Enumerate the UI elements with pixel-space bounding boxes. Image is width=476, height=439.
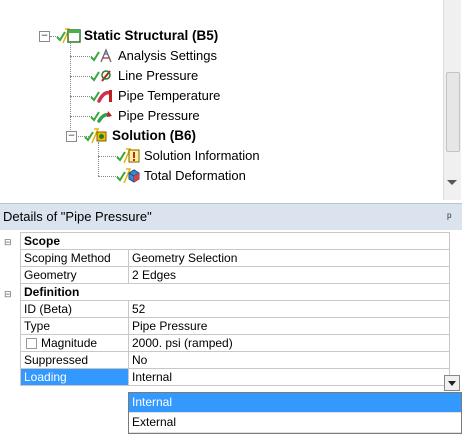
tree-node-label: Total Deformation <box>144 168 246 183</box>
tree-connector <box>98 176 118 177</box>
details-title: Details of "Pipe Pressure" <box>3 209 152 224</box>
group-row-definition[interactable]: Definition <box>20 283 450 301</box>
property-label: Magnitude <box>41 336 98 350</box>
tree-connector <box>70 96 92 97</box>
property-label: Scoping Method <box>20 249 129 267</box>
collapse-toggle[interactable]: − <box>39 31 50 42</box>
tree-connector <box>70 56 92 57</box>
pin-icon[interactable]: ᵖ <box>447 204 452 230</box>
property-label: Type <box>20 317 129 335</box>
tree-node-solution-information[interactable]: Solution Information <box>116 146 260 166</box>
property-label: ID (Beta) <box>20 300 129 318</box>
tree-node-analysis-settings[interactable]: Analysis Settings <box>90 46 217 66</box>
property-row[interactable]: Magnitude 2000. psi (ramped) <box>20 334 450 352</box>
property-row[interactable]: Scoping Method Geometry Selection <box>20 249 450 267</box>
property-value[interactable]: Pipe Pressure <box>128 317 450 335</box>
property-row[interactable]: Type Pipe Pressure <box>20 317 450 335</box>
property-value[interactable]: Geometry Selection <box>128 249 450 267</box>
tree-node-label: Pipe Pressure <box>118 108 200 123</box>
property-label: Suppressed <box>20 351 129 369</box>
details-grid: Scope Scoping Method Geometry Selection … <box>20 232 450 386</box>
property-label: Loading <box>20 368 129 386</box>
property-value[interactable]: 2000. psi (ramped) <box>128 334 450 352</box>
group-collapse-icon[interactable]: ⊟ <box>4 289 12 300</box>
scroll-down-arrow-icon[interactable] <box>447 180 457 185</box>
tree-connector <box>70 38 71 136</box>
magnitude-label-cell: Magnitude <box>20 334 129 352</box>
loading-select[interactable]: Internal <box>128 368 450 386</box>
property-row[interactable]: Geometry 2 Edges <box>20 266 450 284</box>
tree-scrollbar[interactable] <box>443 0 461 200</box>
tree-node-label: Solution Information <box>144 148 260 163</box>
solution-icon <box>84 127 108 145</box>
tree-node-line-pressure[interactable]: Line Pressure <box>90 66 198 86</box>
line-pressure-icon <box>90 67 114 85</box>
tree-connector <box>70 116 92 117</box>
tree-node-label: Solution (B6) <box>112 128 196 143</box>
group-collapse-icon[interactable]: ⊟ <box>4 237 12 248</box>
tree-node-label: Pipe Temperature <box>118 88 221 103</box>
tree-node-label: Line Pressure <box>118 68 199 83</box>
outline-tree: − Static Structural (B5) Analysis Settin… <box>0 0 476 200</box>
property-value[interactable]: 52 <box>128 300 450 318</box>
tree-node-pipe-temperature[interactable]: Pipe Temperature <box>90 86 220 106</box>
property-value[interactable]: No <box>128 351 450 369</box>
group-row-scope[interactable]: Scope <box>20 232 450 250</box>
details-header: Details of "Pipe Pressure" ᵖ <box>0 203 462 230</box>
tree-node-static-structural[interactable]: Static Structural (B5) <box>56 26 218 46</box>
total-deformation-icon <box>116 167 140 185</box>
static-structural-icon <box>56 27 81 45</box>
tree-node-total-deformation[interactable]: Total Deformation <box>116 166 246 186</box>
property-row[interactable]: ID (Beta) 52 <box>20 300 450 318</box>
pipe-pressure-icon <box>90 107 114 125</box>
property-row[interactable]: Suppressed No <box>20 351 450 369</box>
tree-connector <box>98 156 118 157</box>
tree-connector <box>98 142 99 176</box>
group-label: Definition <box>20 283 450 301</box>
parameter-checkbox[interactable] <box>26 337 37 349</box>
solution-information-icon <box>116 147 140 165</box>
dropdown-option-external[interactable]: External <box>129 413 461 433</box>
group-label: Scope <box>20 232 450 250</box>
dropdown-arrow-icon[interactable] <box>444 375 460 391</box>
collapse-toggle[interactable]: − <box>66 131 77 142</box>
loading-dropdown-list: Internal External <box>128 392 462 434</box>
property-label: Geometry <box>20 266 129 284</box>
dropdown-option-internal[interactable]: Internal <box>129 393 461 413</box>
tree-node-solution[interactable]: Solution (B6) <box>84 126 196 146</box>
analysis-settings-icon <box>90 47 114 65</box>
property-value[interactable]: 2 Edges <box>128 266 450 284</box>
tree-node-pipe-pressure[interactable]: Pipe Pressure <box>90 106 200 126</box>
tree-node-label: Static Structural (B5) <box>84 28 219 43</box>
scrollbar-thumb[interactable] <box>446 72 460 152</box>
tree-node-label: Analysis Settings <box>118 48 217 63</box>
property-row-selected[interactable]: Loading Internal <box>20 368 450 386</box>
tree-connector <box>70 76 92 77</box>
pipe-temperature-icon <box>90 87 114 105</box>
